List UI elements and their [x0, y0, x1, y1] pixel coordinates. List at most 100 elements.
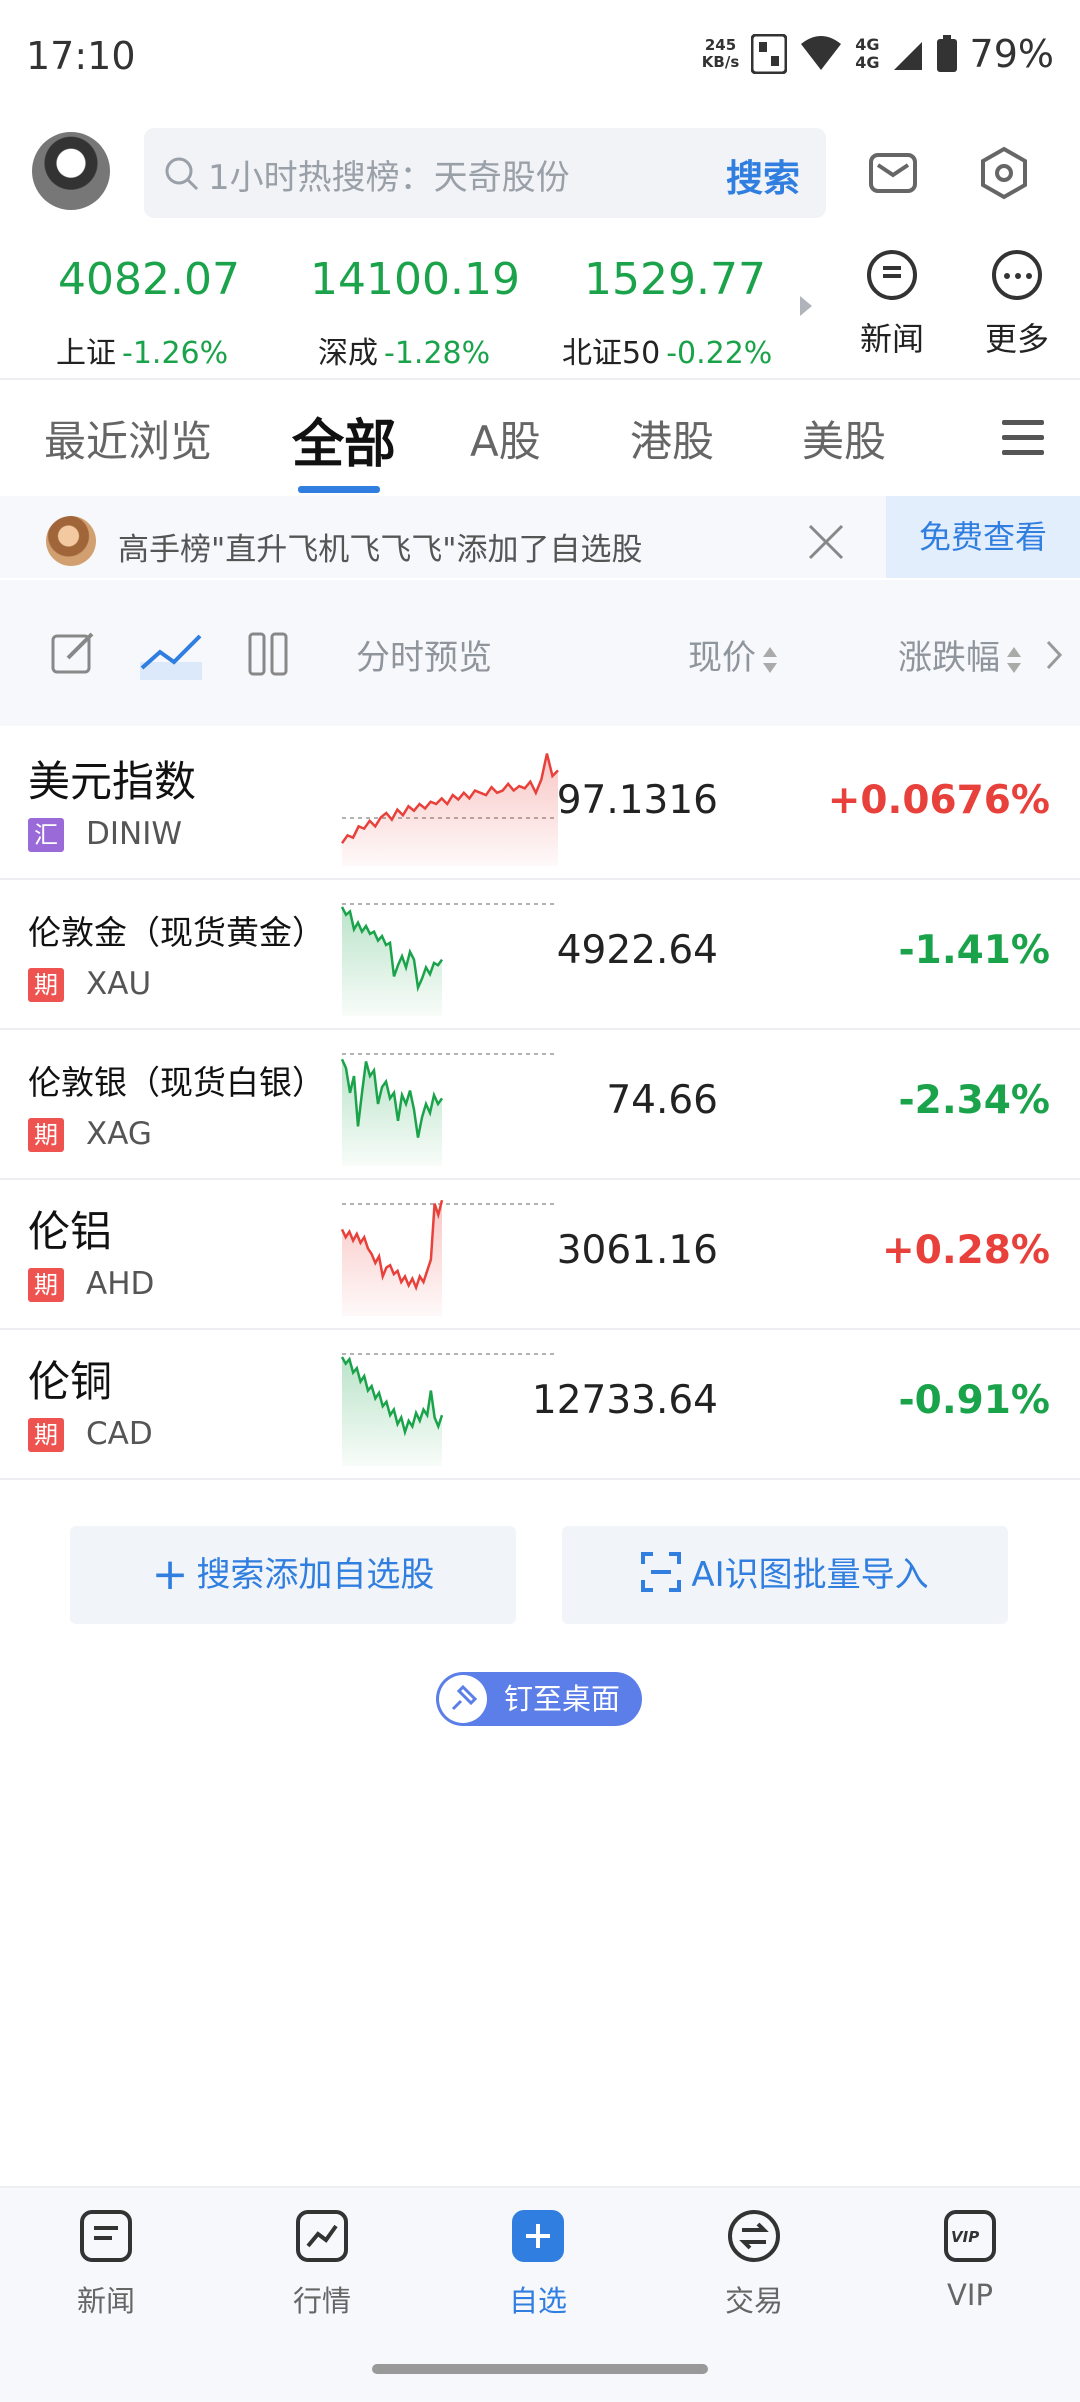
tab-a-shares[interactable]: A股	[470, 408, 541, 469]
more-label: 更多	[984, 320, 1049, 358]
edit-icon[interactable]	[50, 630, 96, 676]
market-tag: 期	[28, 968, 64, 1002]
current-price: 3061.16	[556, 1228, 718, 1273]
sort-icon	[1007, 646, 1021, 673]
nav-vip-label: VIP	[947, 2278, 993, 2312]
index-label-sz[interactable]: 深成 -1.28%	[318, 328, 490, 372]
nav-market[interactable]: 行情	[262, 2210, 382, 2320]
stock-code: AHD	[86, 1266, 155, 1302]
nav-vip[interactable]: VIP VIP	[910, 2210, 1030, 2312]
home-indicator[interactable]	[372, 2364, 708, 2374]
stock-name: 伦敦银（现货白银）	[28, 1063, 325, 1102]
sort-icon	[763, 646, 777, 673]
nav-watchlist[interactable]: 自选	[478, 2210, 598, 2320]
hd-icon	[751, 34, 788, 74]
sparkline-chart	[340, 903, 558, 1016]
sparkline-chart	[340, 1053, 558, 1166]
battery-percent: 79%	[969, 32, 1054, 76]
change-percent[interactable]: +0.0676%	[828, 778, 1050, 823]
tab-us-shares[interactable]: 美股	[802, 408, 886, 469]
stock-name: 伦敦金（现货黄金）	[28, 913, 325, 952]
sparkline-chart	[340, 1199, 558, 1316]
current-price: 4922.64	[556, 928, 718, 973]
news-label: 新闻	[859, 320, 924, 358]
indices-more-arrow-icon[interactable]	[800, 296, 812, 316]
network-speed: 245 KB/s	[702, 37, 739, 71]
news-button[interactable]: 新闻	[832, 250, 952, 360]
ai-import-label: AI识图批量导入	[691, 1555, 929, 1595]
nav-news[interactable]: 新闻	[46, 2210, 166, 2320]
close-icon[interactable]	[806, 522, 846, 562]
tab-recent[interactable]: 最近浏览	[44, 408, 212, 469]
more-button[interactable]: 更多	[957, 250, 1077, 360]
stock-code: CAD	[86, 1416, 153, 1452]
chevron-right-icon[interactable]	[1044, 640, 1064, 670]
network-type-2: 4G	[855, 53, 880, 72]
search-button[interactable]: 搜索	[726, 148, 800, 202]
sparkline-chart	[340, 1353, 558, 1466]
stock-code: DINIW	[86, 816, 182, 852]
status-time: 17:10	[26, 34, 136, 78]
search-placeholder: 1小时热搜榜：天奇股份	[208, 158, 570, 198]
index-change-bz: -0.22%	[666, 336, 773, 371]
pin-to-desktop-button[interactable]: 钉至桌面	[436, 1672, 642, 1726]
tab-all[interactable]: 全部	[292, 402, 396, 477]
tab-underline	[298, 486, 380, 493]
trend-view-icon[interactable]	[140, 628, 202, 680]
search-add-button[interactable]: + 搜索添加自选股	[70, 1526, 516, 1624]
stock-name: 伦铝	[28, 1207, 113, 1256]
nav-news-label: 新闻	[76, 2284, 135, 2318]
stock-name: 美元指数	[28, 757, 197, 806]
change-percent[interactable]: -0.91%	[899, 1378, 1051, 1423]
stock-code: XAU	[86, 966, 152, 1002]
mail-icon[interactable]	[868, 148, 918, 198]
change-percent[interactable]: -2.34%	[899, 1078, 1051, 1123]
network-type-1: 4G	[855, 35, 880, 54]
change-percent[interactable]: -1.41%	[899, 928, 1051, 973]
watchlist-nav-icon	[512, 2210, 564, 2262]
index-value-sz[interactable]: 14100.19	[310, 254, 520, 305]
index-value-bz[interactable]: 1529.77	[584, 254, 766, 305]
settings-icon[interactable]	[978, 146, 1030, 200]
speed-unit: KB/s	[701, 53, 740, 71]
more-icon	[992, 250, 1042, 300]
signal-icon	[893, 42, 922, 70]
index-name-sz: 深成	[318, 336, 378, 371]
tab-hk-shares[interactable]: 港股	[630, 408, 714, 469]
speed-value: 245	[704, 36, 737, 54]
change-percent[interactable]: +0.28%	[882, 1228, 1050, 1273]
news-icon	[867, 250, 917, 300]
stock-code: XAG	[86, 1116, 152, 1152]
current-price: 74.66	[606, 1078, 718, 1123]
market-tag: 期	[28, 1268, 64, 1302]
wifi-icon	[801, 36, 842, 70]
index-label-sh[interactable]: 上证 -1.26%	[56, 328, 228, 372]
index-name-sh: 上证	[56, 336, 116, 371]
index-change-sh: -1.26%	[122, 336, 229, 371]
price-sort[interactable]: 现价	[688, 630, 778, 679]
nav-trade-label: 交易	[724, 2284, 783, 2318]
market-tag: 期	[28, 1118, 64, 1152]
network-type: 4G 4G	[855, 36, 879, 72]
ai-import-button[interactable]: AI识图批量导入	[562, 1526, 1008, 1624]
menu-icon[interactable]	[1002, 420, 1044, 465]
nav-market-label: 行情	[292, 2284, 351, 2318]
trade-nav-icon	[728, 2210, 780, 2262]
index-name-bz: 北证50	[562, 336, 661, 371]
search-icon	[165, 157, 199, 191]
sparkline-chart	[340, 753, 559, 866]
index-value-sh[interactable]: 4082.07	[58, 254, 240, 305]
divider	[0, 378, 1080, 380]
pin-label: 钉至桌面	[504, 1682, 621, 1716]
market-tag: 期	[28, 1418, 64, 1452]
pin-icon	[439, 1675, 487, 1723]
preview-label: 分时预览	[356, 638, 492, 678]
avatar[interactable]	[32, 132, 110, 210]
change-sort[interactable]: 涨跌幅	[898, 630, 1022, 679]
market-tag: 汇	[28, 818, 64, 852]
nav-trade[interactable]: 交易	[694, 2210, 814, 2320]
free-view-button[interactable]: 免费查看	[886, 496, 1080, 578]
column-view-icon[interactable]	[248, 632, 288, 676]
index-label-bz[interactable]: 北证50 -0.22%	[562, 328, 772, 372]
news-nav-icon	[80, 2210, 132, 2262]
